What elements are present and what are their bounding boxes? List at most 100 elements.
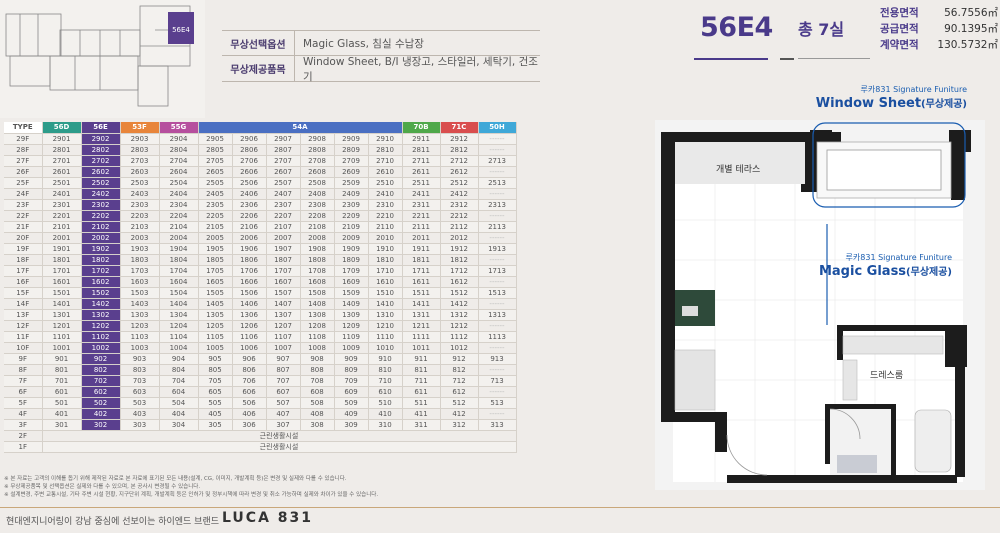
unit-cell: 507 [266,397,301,409]
unit-cell: 913 [478,353,517,365]
unit-cell: ------ [478,386,517,398]
table-row-facility: 1F 근린생활시설 [4,441,517,453]
unit-cell: 912 [440,353,479,365]
table-row: 23F 2301 2302 2303 2304 2305 2306 2307 2308 2309 2… [4,199,517,211]
table-row: 28F 2801 2802 2803 2804 2805 2806 2807 2808 2809 2… [4,144,517,156]
unit-cell: 1511 [402,287,441,299]
unit-cell: 2711 [402,155,441,167]
unit-cell: 1210 [368,320,403,332]
table-row: 10F 1001 1002 1003 1004 1005 1006 1007 1008 1009 1… [4,342,517,354]
table-row: 7F 701 702 703 704 705 706 707 708 709 710 711 712 71… [4,375,517,387]
callout-title: Magic Glass(무상제공) [818,264,952,279]
unit-cell: 2012 [440,232,479,244]
unit-cell: 1701 [42,265,82,277]
unit-cell: 512 [440,397,479,409]
unit-cell: 1707 [266,265,301,277]
key-plan: 56E4 [0,0,205,118]
unit-cell: 1403 [120,298,160,310]
unit-cell: 2708 [300,155,335,167]
footer-slogan: 현대엔지니어링이 강남 중심에 선보이는 하이엔드 브랜드 [6,517,220,527]
area-value: 56.7556㎡ [944,7,998,19]
unit-cell: 1909 [334,243,369,255]
unit-cell: 902 [81,353,121,365]
unit-cell: 410 [368,408,403,420]
unit-cell: 401 [42,408,82,420]
unit-cell: 2909 [334,133,369,145]
unit-cell: 1308 [300,309,335,321]
unit-cell: 1604 [159,276,199,288]
unit-cell: 2108 [300,221,335,233]
unit-cell: 2207 [266,210,301,222]
unit-cell: 1310 [368,309,403,321]
type-header-53f: 53F [120,122,160,134]
unit-cell: 1011 [402,342,441,354]
floor-cell: 10F [4,342,43,354]
unit-cell: 404 [159,408,199,420]
unit-cell: 911 [402,353,441,365]
unit-cell: 2810 [368,144,403,156]
unit-cell: 1508 [300,287,335,299]
floor-cell: 6F [4,386,43,398]
table-row: 19F 1901 1902 1903 1904 1905 1906 1907 1908 1909 1… [4,243,517,255]
unit-cell: 2702 [81,155,121,167]
unit-cell: 1113 [478,331,517,343]
floor-cell: 20F [4,232,43,244]
unit-cell: 2007 [266,232,301,244]
unit-cell: 2311 [402,199,441,211]
unit-cell: 2906 [232,133,267,145]
key-plan-drawing: 56E4 [0,0,205,118]
unit-cell: 1402 [81,298,121,310]
unit-cell: 1208 [300,320,335,332]
unit-cell: 2805 [198,144,233,156]
unit-cell: 2707 [266,155,301,167]
area-label: 전용면적 [880,7,919,19]
unit-cell: 2806 [232,144,267,156]
unit-cell: 2105 [198,221,233,233]
unit-cell: 303 [120,419,160,431]
area-label: 계약면적 [880,39,919,51]
table-row: 25F 2501 2502 2503 2504 2505 2506 2507 2508 2509 2… [4,177,517,189]
unit-cell: 1307 [266,309,301,321]
unit-cell: 2801 [42,144,82,156]
unit-cell: 1612 [440,276,479,288]
unit-cell: 307 [266,419,301,431]
unit-cell: 2610 [368,166,403,178]
unit-cell: 608 [300,386,335,398]
floor-cell: 7F [4,375,43,387]
unit-cell: 2506 [232,177,267,189]
unit-cell: 604 [159,386,199,398]
note-line: ※ 본 자료는 고객의 이해를 돕기 위해 제작된 자료로 본 자료에 표기된 … [4,476,347,482]
unit-title-dash [780,58,794,60]
unit-cell: 602 [81,386,121,398]
unit-cell: 2205 [198,210,233,222]
unit-cell: 1908 [300,243,335,255]
unit-cell: 2005 [198,232,233,244]
area-row-exclusive: 전용면적 56.7556㎡ [880,5,998,21]
unit-cell: 1111 [402,331,441,343]
unit-cell: 506 [232,397,267,409]
unit-cell: 711 [402,375,441,387]
unit-cell: ------ [478,276,517,288]
unit-cell: 2903 [120,133,160,145]
room-label-terrace: 개별 테라스 [716,165,761,175]
unit-cell: 1304 [159,309,199,321]
table-row: 9F 901 902 903 904 905 906 907 908 909 910 911 912 91… [4,353,517,365]
unit-cell: ------ [478,188,517,200]
unit-cell: 502 [81,397,121,409]
unit-cell: 2505 [198,177,233,189]
unit-cell: 2104 [159,221,199,233]
unit-cell: 1502 [81,287,121,299]
unit-cell: 2512 [440,177,479,189]
unit-cell: 2710 [368,155,403,167]
unit-cell: 1606 [232,276,267,288]
unit-cell: 2208 [300,210,335,222]
unit-cell: 1107 [266,331,301,343]
unit-cell: 305 [198,419,233,431]
unit-cell: 2110 [368,221,403,233]
unit-cell: 2609 [334,166,369,178]
unit-cell: 1607 [266,276,301,288]
unit-cell: 1905 [198,243,233,255]
unit-cell: 412 [440,408,479,420]
floor-cell: 17F [4,265,43,277]
unit-cell: 1406 [232,298,267,310]
